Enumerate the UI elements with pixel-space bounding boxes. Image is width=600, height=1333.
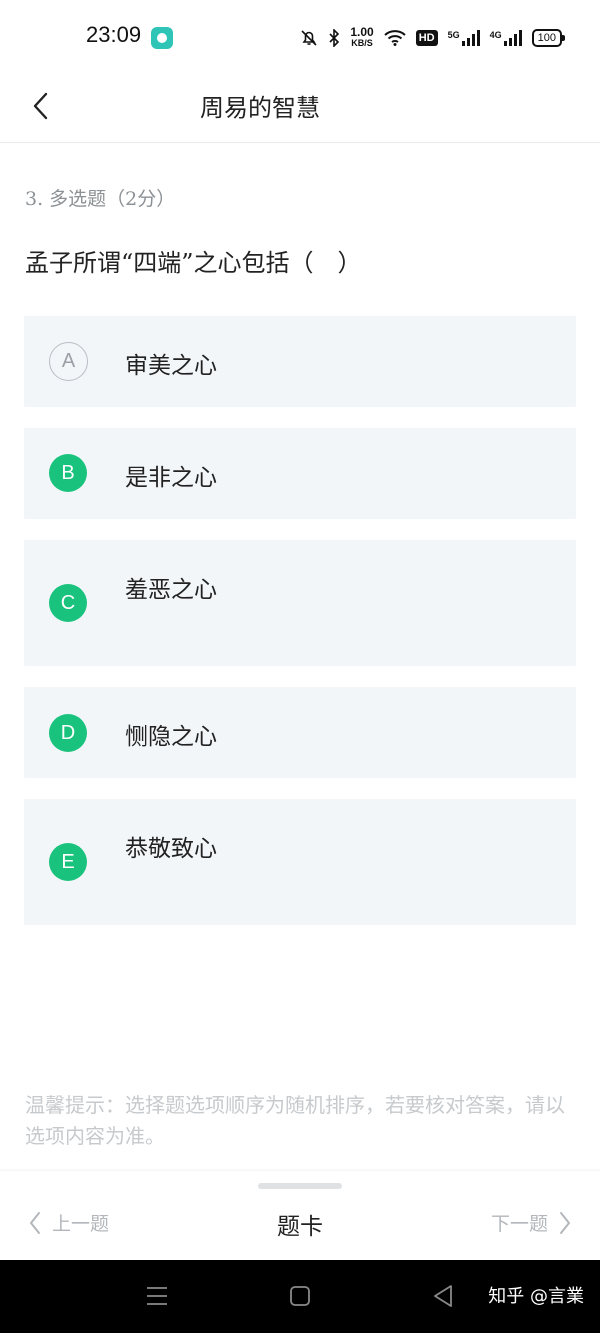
option-a-text: 审美之心 [125,353,217,379]
option-e[interactable]: E 恭敬致心 [24,799,576,925]
network-speed: 1.00 KB/S [350,25,374,49]
option-d-text: 恻隐之心 [125,724,217,750]
recent-apps-icon[interactable] [146,1285,168,1307]
option-c-letter-badge: C [49,584,87,622]
option-d-letter-badge: D [49,714,87,752]
network-speed-unit: KB/S [351,38,373,48]
battery-icon: 100 [531,29,566,47]
option-d[interactable]: D 恻隐之心 [24,687,576,778]
next-question-button[interactable]: 下一题 [491,1209,572,1236]
hd-voice-icon: HD [415,30,438,46]
option-c-text: 羞恶之心 [125,577,217,603]
status-bar: 23:09 1.00 KB/S HD 5G 4G 100 [0,0,600,72]
system-nav-bar: 知乎 @言業 [0,1260,600,1333]
sim2-signal-icon: 4G [490,30,522,46]
status-icons: 1.00 KB/S HD 5G 4G 100 [300,24,566,52]
app-header: 周易的智慧 [0,72,600,143]
chevron-right-icon [560,1211,570,1234]
option-a-letter-badge: A [49,342,88,381]
wifi-icon [384,30,406,46]
page-title: 周易的智慧 [200,94,320,122]
next-question-label: 下一题 [490,1213,548,1235]
sim2-label: 4G [489,30,502,40]
status-time: 23:09 [86,22,142,47]
option-a[interactable]: A 审美之心 [24,316,576,407]
back-triangle-icon[interactable] [432,1284,454,1308]
drag-handle[interactable] [258,1183,342,1189]
watermark: 知乎 @言業 [488,1286,584,1307]
home-icon[interactable] [289,1285,311,1307]
option-e-text: 恭敬致心 [125,836,217,862]
option-b[interactable]: B 是非之心 [24,428,576,519]
option-b-text: 是非之心 [125,465,217,491]
bluetooth-icon [329,29,340,47]
mute-bell-icon [301,30,317,46]
question-type-label: 3. 多选题（2分） [25,188,176,210]
option-c[interactable]: C 羞恶之心 [24,540,576,666]
option-e-letter-badge: E [49,843,87,881]
bottom-nav-bar: 上一题 题卡 下一题 [0,1171,600,1260]
question-text: 孟子所谓“四端”之心包括（ ） [25,249,362,277]
app-notification-icon [151,27,173,49]
sim1-label: 5G [447,30,460,40]
sim1-signal-icon: 5G [448,30,480,46]
option-b-letter-badge: B [49,454,87,492]
network-speed-value: 1.00 [350,25,374,39]
random-order-tip: 温馨提示：选择题选项顺序为随机排序，若要核对答案，请以选项内容为准。 [25,1093,565,1148]
